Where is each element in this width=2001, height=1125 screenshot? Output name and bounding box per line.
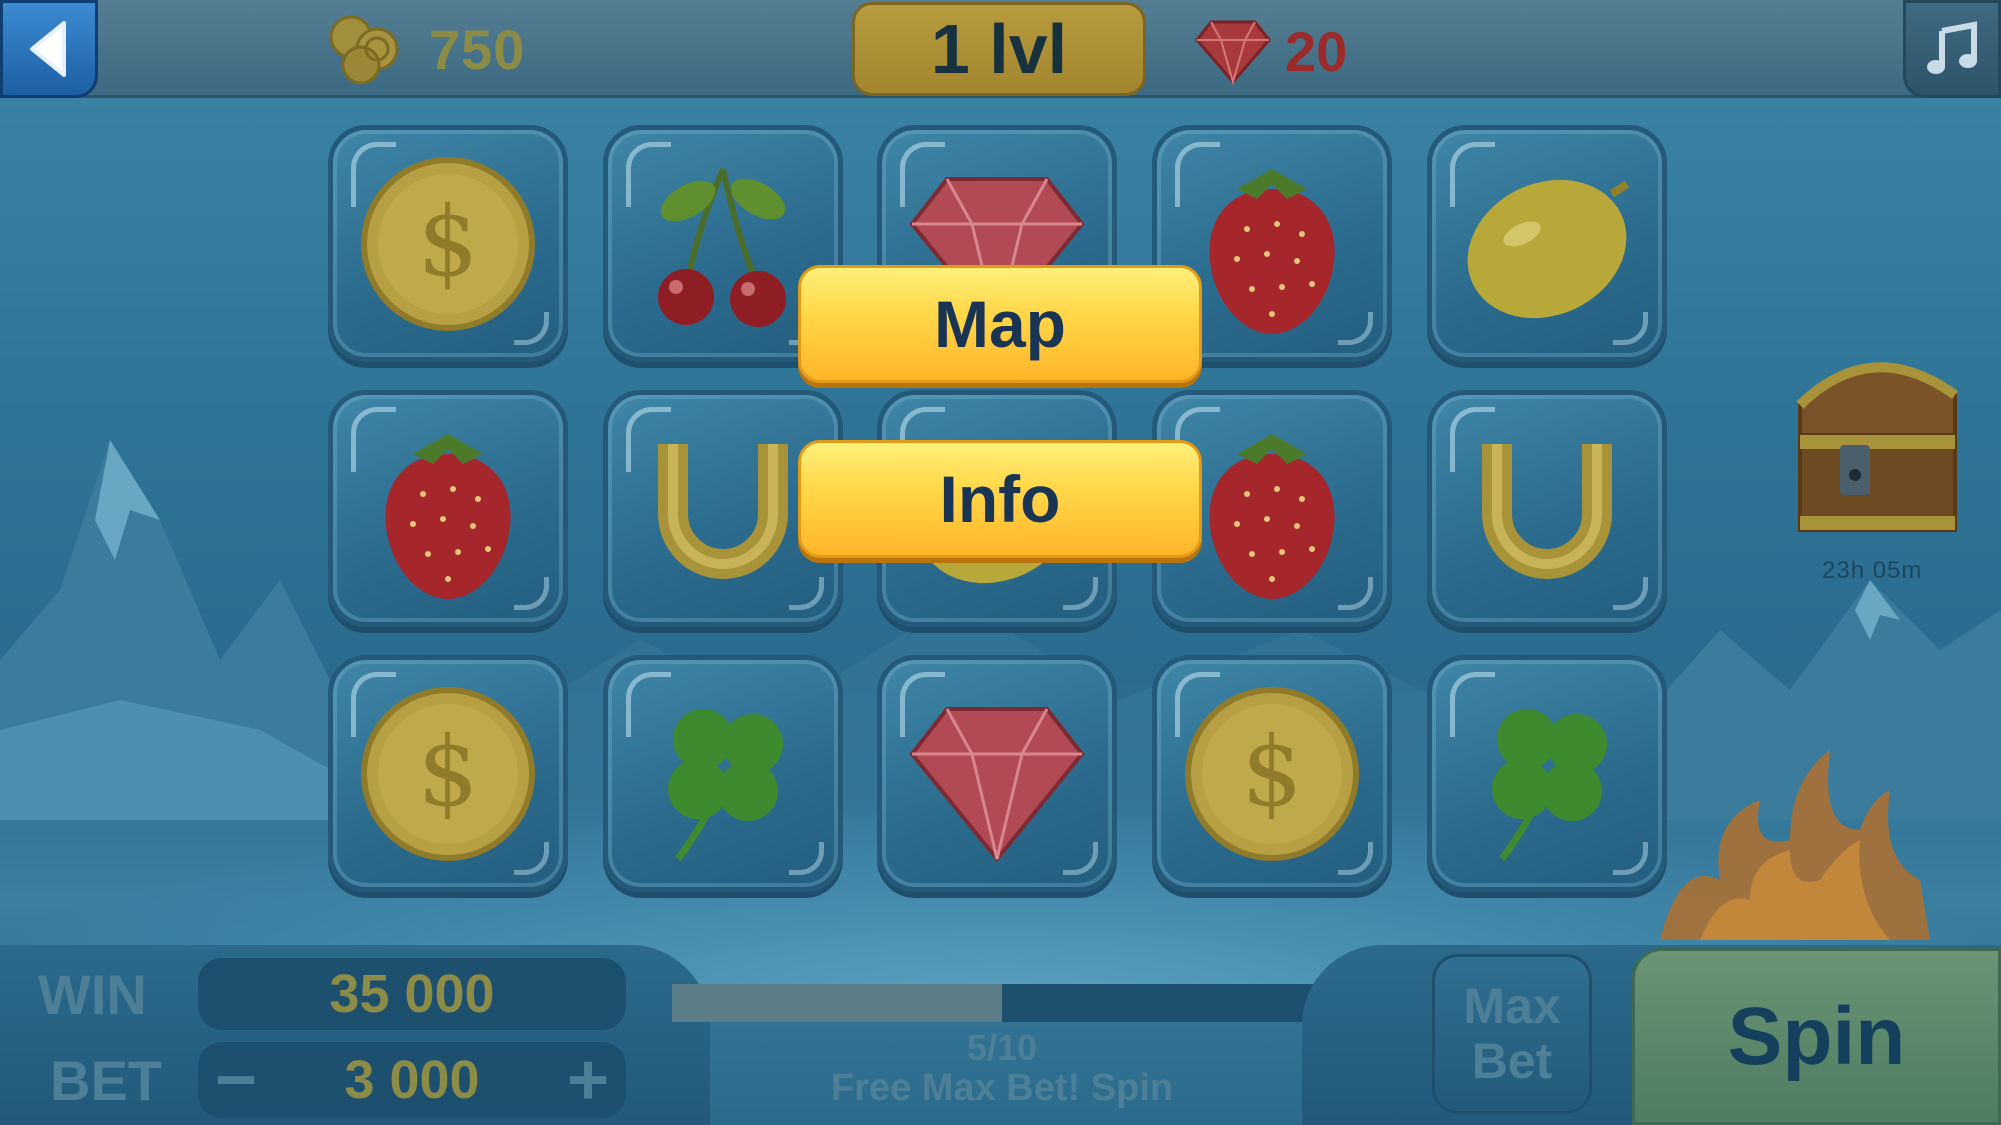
increase-bet-button[interactable]: +	[552, 1040, 624, 1120]
chest-timer: 23h 05m	[1822, 557, 1923, 584]
max-bet-label-line2: Bet	[1471, 1033, 1553, 1089]
max-bet-label-line1: Max	[1463, 978, 1561, 1034]
map-button[interactable]: Map	[798, 265, 1202, 383]
dollar-coin-icon: $	[361, 686, 535, 861]
bet-label: BET	[50, 1049, 162, 1112]
free-spin-progress-bar	[672, 984, 1332, 1022]
strawberry-icon	[1209, 433, 1335, 599]
ruby-gem-icon	[909, 706, 1085, 862]
reel-cell	[1427, 390, 1667, 627]
win-value: 35 000	[198, 958, 626, 1030]
max-bet-button[interactable]: Max Bet	[1432, 954, 1592, 1114]
free-spin-progress-fill	[672, 984, 1002, 1022]
progress-caption: Free Max Bet! Spin	[830, 1066, 1174, 1109]
reel-cell	[603, 655, 843, 892]
horseshoe-icon	[1482, 443, 1612, 579]
back-button[interactable]	[0, 0, 98, 98]
clover-icon	[1492, 708, 1607, 861]
gems-counter: 20	[1195, 10, 1347, 92]
reel-cell	[1427, 125, 1667, 362]
horseshoe-icon	[658, 443, 788, 579]
win-label: WIN	[38, 963, 147, 1026]
svg-text:$: $	[417, 716, 478, 828]
coins-icon	[329, 15, 399, 85]
svg-text:$: $	[1241, 716, 1302, 828]
info-button[interactable]: Info	[798, 440, 1202, 558]
coins-value: 750	[429, 17, 526, 81]
cherry-icon	[658, 167, 786, 327]
clover-icon	[668, 708, 783, 861]
back-arrow-icon	[30, 21, 66, 77]
gems-value: 20	[1285, 19, 1348, 83]
reel-cell	[1427, 655, 1667, 892]
svg-text:$: $	[417, 186, 478, 298]
strawberry-icon	[1209, 168, 1335, 334]
dollar-coin-icon: $	[361, 156, 535, 331]
music-note-icon	[1927, 21, 1977, 74]
level-indicator: 1 lvl	[852, 2, 1146, 96]
dollar-coin-icon: $	[1185, 686, 1359, 861]
lemon-icon	[1467, 179, 1630, 318]
reel-cell	[877, 655, 1117, 892]
gem-icon	[1195, 20, 1271, 86]
reel-cell: $	[328, 655, 568, 892]
free-spin-progress-text: 5/10 Free Max Bet! Spin	[672, 1028, 1332, 1109]
reel-cell	[328, 390, 568, 627]
decrease-bet-button[interactable]: −	[200, 1040, 272, 1120]
strawberry-icon	[385, 433, 511, 599]
treasure-chest-icon[interactable]	[1780, 335, 1965, 540]
spin-button[interactable]: Spin	[1632, 948, 2001, 1125]
progress-count: 5/10	[966, 1027, 1038, 1068]
coins-counter: 750	[325, 8, 525, 90]
reel-cell: $	[328, 125, 568, 362]
reel-cell: $	[1152, 655, 1392, 892]
fire-decoration	[1660, 750, 1930, 940]
music-button[interactable]	[1903, 0, 2001, 98]
